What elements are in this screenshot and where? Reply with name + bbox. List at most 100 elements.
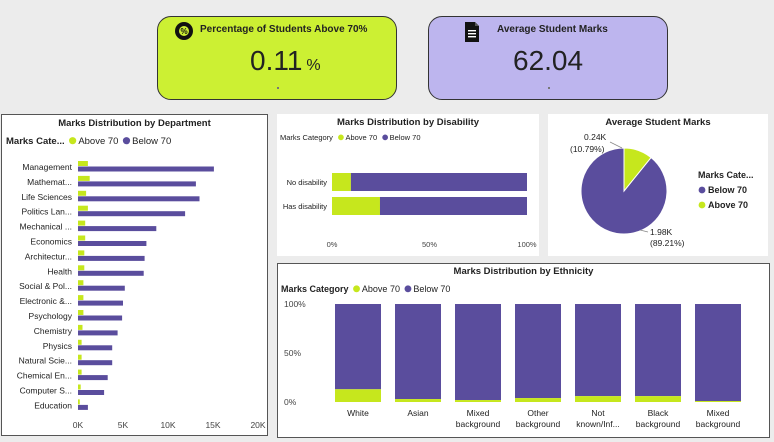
kpi-value: 62.04	[513, 45, 584, 76]
y-tick-label: 0%	[284, 397, 297, 407]
y-tick-label: 100%	[284, 299, 306, 309]
category-label: background	[636, 419, 681, 429]
bar-below-70	[78, 241, 147, 246]
category-label: Chemistry	[34, 326, 73, 336]
legend-marker	[404, 285, 412, 293]
pie-chart: 0.24K (10.79%) 1.98K(89.21%) Marks Cate... B…	[570, 132, 754, 248]
category-label: Electronic &...	[20, 296, 72, 306]
category-label: Mixed	[707, 408, 730, 418]
bar-above-70	[332, 197, 380, 215]
bar-above-70	[78, 250, 85, 256]
bar-below-70	[78, 181, 196, 187]
legend-label: Above 70	[78, 136, 118, 147]
category-label: Natural Scie...	[19, 356, 72, 366]
category-label: background	[456, 419, 501, 429]
category-label: Not	[591, 408, 605, 418]
category-label: Architectur...	[25, 251, 72, 261]
x-tick-label: 0%	[327, 240, 338, 249]
category-label: Economics	[30, 237, 72, 247]
bar-above-70	[78, 310, 84, 315]
kpi-value: 0.11%	[250, 45, 321, 76]
legend-title: Marks Category	[281, 284, 349, 294]
pie-percent-label: (89.21%)	[650, 238, 685, 248]
bar-above-70	[335, 389, 381, 402]
pie-value-label: 1.98K	[650, 227, 673, 237]
department-chart: Marks Cate... Above 70 Below 70 Management M…	[6, 136, 266, 430]
legend-label: Below 70	[413, 284, 450, 294]
x-tick-label: 0K	[73, 420, 84, 430]
bar-above-70	[695, 401, 741, 402]
bar-below-70	[78, 375, 108, 381]
bar-below-70	[78, 285, 125, 291]
category-label: Other	[527, 408, 548, 418]
bar-above-70	[635, 396, 681, 402]
category-label: Chemical En...	[17, 371, 72, 381]
pie-chart-panel: Average Student Marks 0.24K (10.79%) 1.98K…	[548, 114, 768, 256]
bar-above-70	[78, 399, 80, 405]
bar-above-70	[78, 161, 88, 166]
category-label: White	[347, 408, 369, 418]
legend-marker	[698, 186, 706, 194]
pie-percent-label: (10.79%)	[570, 144, 605, 154]
bar-below-70	[78, 211, 186, 217]
disability-chart-panel: Marks Distribution by Disability Marks C…	[277, 114, 539, 256]
bar-below-70	[78, 196, 200, 202]
bar-above-70	[78, 354, 82, 360]
bar-below-70	[515, 304, 561, 399]
bar-above-70	[78, 384, 81, 390]
bar-below-70	[78, 315, 123, 321]
bar-above-70	[78, 369, 82, 375]
category-label: Life Sciences	[21, 192, 72, 202]
x-tick-label: 100%	[517, 240, 537, 249]
legend-marker	[69, 137, 77, 145]
category-label: No disability	[287, 178, 328, 187]
bar-below-70	[335, 304, 381, 390]
bar-below-70	[695, 304, 741, 402]
legend-label: Above 70	[362, 284, 400, 294]
category-label: Mathemat...	[27, 177, 72, 187]
legend-title: Marks Category	[280, 133, 333, 142]
bar-below-70	[78, 255, 145, 261]
svg-text:%: %	[180, 27, 187, 36]
bar-below-70	[78, 166, 214, 172]
bar-above-70	[78, 295, 84, 301]
category-label: background	[516, 419, 561, 429]
x-tick-label: 10K	[160, 420, 175, 430]
bar-above-70	[78, 175, 90, 181]
x-tick-label: 50%	[422, 240, 437, 249]
bar-below-70	[78, 360, 113, 366]
category-label: background	[696, 419, 741, 429]
bar-below-70	[78, 330, 118, 336]
category-label: Social & Pol...	[19, 281, 72, 291]
kpi-title: Percentage of Students Above 70%	[200, 24, 368, 35]
bar-below-70	[455, 304, 501, 401]
category-label: Mechanical ...	[20, 222, 72, 232]
bar-below-70	[635, 304, 681, 397]
legend-marker	[698, 201, 706, 209]
legend-marker	[338, 134, 344, 141]
bar-below-70	[395, 304, 441, 400]
bar-above-70	[575, 396, 621, 402]
bar-below-70	[78, 300, 123, 306]
bar-below-70	[350, 173, 527, 191]
kpi-dot	[548, 87, 550, 89]
y-tick-label: 50%	[284, 348, 301, 358]
category-label: known/Inf...	[576, 419, 619, 429]
bar-below-70	[78, 345, 113, 351]
legend-marker	[353, 285, 360, 293]
legend-label: Below 70	[708, 185, 747, 195]
bar-below-70	[78, 404, 88, 410]
bar-above-70	[78, 265, 85, 271]
legend-marker	[122, 137, 131, 145]
pie-leader-line	[639, 229, 649, 233]
x-tick-label: 5K	[118, 420, 129, 430]
legend-title: Marks Cate...	[6, 136, 65, 147]
kpi-card-average: Average Student Marks 62.04	[428, 16, 668, 100]
bar-above-70	[78, 339, 82, 345]
category-label: Education	[34, 400, 72, 410]
bar-above-70	[78, 324, 83, 330]
legend-label: Above 70	[345, 133, 377, 142]
legend-label: Above 70	[708, 200, 748, 210]
ethnicity-chart-panel: Marks Distribution by Ethnicity Marks Ca…	[277, 263, 770, 438]
bar-below-70	[379, 197, 527, 215]
